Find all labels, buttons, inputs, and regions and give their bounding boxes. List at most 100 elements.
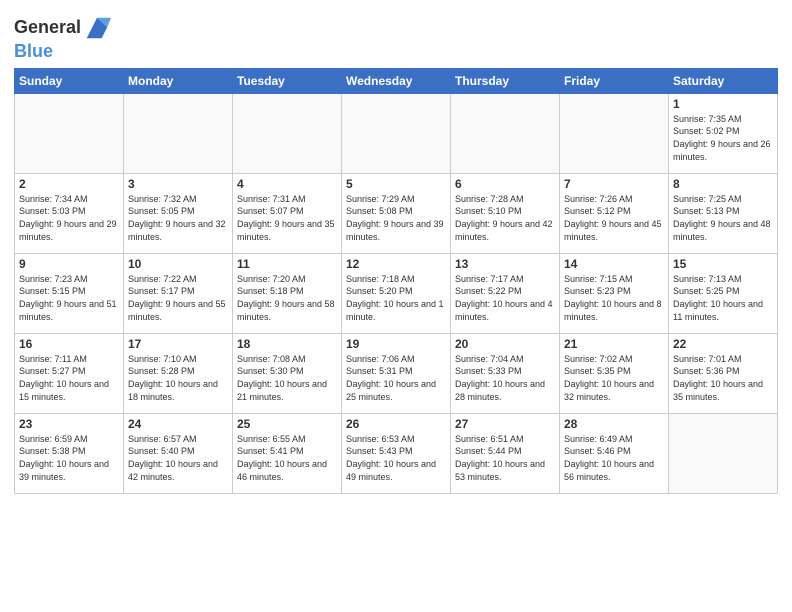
day-number: 16 [19,337,119,351]
day-info: Sunrise: 7:35 AM Sunset: 5:02 PM Dayligh… [673,113,773,163]
day-number: 5 [346,177,446,191]
day-number: 8 [673,177,773,191]
calendar-week-row: 1 Sunrise: 7:35 AM Sunset: 5:02 PM Daylig… [15,93,778,173]
logo-text: General [14,18,81,38]
calendar-cell: 27Sunrise: 6:51 AM Sunset: 5:44 PM Dayli… [451,413,560,493]
calendar-cell: 16 Sunrise: 7:11 AM Sunset: 5:27 PM Dayli… [15,333,124,413]
calendar-cell: 25 Sunrise: 6:55 AM Sunset: 5:41 PM Dayli… [233,413,342,493]
day-info: Sunrise: 6:49 AM Sunset: 5:46 PM Dayligh… [564,433,664,483]
day-info: Sunrise: 6:51 AM Sunset: 5:44 PM Dayligh… [455,433,555,483]
calendar-cell: 10Sunrise: 7:22 AM Sunset: 5:17 PM Dayli… [124,253,233,333]
weekday-header: Saturday [669,68,778,93]
day-info: Sunrise: 7:31 AM Sunset: 5:07 PM Dayligh… [237,193,337,243]
weekday-header: Friday [560,68,669,93]
day-number: 14 [564,257,664,271]
calendar-cell: 3 Sunrise: 7:32 AM Sunset: 5:05 PM Daylig… [124,173,233,253]
logo: General Blue [14,14,111,62]
day-info: Sunrise: 7:15 AM Sunset: 5:23 PM Dayligh… [564,273,664,323]
day-info: Sunrise: 7:08 AM Sunset: 5:30 PM Dayligh… [237,353,337,403]
day-info: Sunrise: 7:17 AM Sunset: 5:22 PM Dayligh… [455,273,555,323]
calendar-cell [669,413,778,493]
calendar-cell: 17Sunrise: 7:10 AM Sunset: 5:28 PM Dayli… [124,333,233,413]
day-number: 11 [237,257,337,271]
weekday-header: Monday [124,68,233,93]
day-number: 24 [128,417,228,431]
day-number: 20 [455,337,555,351]
day-info: Sunrise: 7:34 AM Sunset: 5:03 PM Dayligh… [19,193,119,243]
page-header: General Blue [14,10,778,62]
day-info: Sunrise: 7:29 AM Sunset: 5:08 PM Dayligh… [346,193,446,243]
calendar-table: SundayMondayTuesdayWednesdayThursdayFrid… [14,68,778,494]
day-info: Sunrise: 7:13 AM Sunset: 5:25 PM Dayligh… [673,273,773,323]
calendar-cell [342,93,451,173]
day-number: 22 [673,337,773,351]
day-info: Sunrise: 6:53 AM Sunset: 5:43 PM Dayligh… [346,433,446,483]
calendar-cell: 5 Sunrise: 7:29 AM Sunset: 5:08 PM Daylig… [342,173,451,253]
weekday-header: Tuesday [233,68,342,93]
day-info: Sunrise: 7:25 AM Sunset: 5:13 PM Dayligh… [673,193,773,243]
calendar-cell: 19 Sunrise: 7:06 AM Sunset: 5:31 PM Dayli… [342,333,451,413]
calendar-cell [15,93,124,173]
day-info: Sunrise: 6:55 AM Sunset: 5:41 PM Dayligh… [237,433,337,483]
calendar-week-row: 9 Sunrise: 7:23 AM Sunset: 5:15 PM Daylig… [15,253,778,333]
day-number: 3 [128,177,228,191]
calendar-cell: 12Sunrise: 7:18 AM Sunset: 5:20 PM Dayli… [342,253,451,333]
day-info: Sunrise: 7:11 AM Sunset: 5:27 PM Dayligh… [19,353,119,403]
weekday-header: Wednesday [342,68,451,93]
day-info: Sunrise: 7:20 AM Sunset: 5:18 PM Dayligh… [237,273,337,323]
day-number: 9 [19,257,119,271]
calendar-cell: 22 Sunrise: 7:01 AM Sunset: 5:36 PM Dayli… [669,333,778,413]
calendar-cell: 13 Sunrise: 7:17 AM Sunset: 5:22 PM Dayli… [451,253,560,333]
day-info: Sunrise: 7:06 AM Sunset: 5:31 PM Dayligh… [346,353,446,403]
day-number: 28 [564,417,664,431]
calendar-cell: 9 Sunrise: 7:23 AM Sunset: 5:15 PM Daylig… [15,253,124,333]
calendar-cell: 6Sunrise: 7:28 AM Sunset: 5:10 PM Daylig… [451,173,560,253]
day-info: Sunrise: 7:01 AM Sunset: 5:36 PM Dayligh… [673,353,773,403]
calendar-cell: 20 Sunrise: 7:04 AM Sunset: 5:33 PM Dayli… [451,333,560,413]
calendar-cell [233,93,342,173]
calendar-cell: 2Sunrise: 7:34 AM Sunset: 5:03 PM Daylig… [15,173,124,253]
day-number: 4 [237,177,337,191]
calendar-cell [124,93,233,173]
page-container: General Blue SundayMondayTuesdayWednesda… [0,0,792,504]
calendar-cell: 7Sunrise: 7:26 AM Sunset: 5:12 PM Daylig… [560,173,669,253]
day-info: Sunrise: 7:02 AM Sunset: 5:35 PM Dayligh… [564,353,664,403]
calendar-cell: 11 Sunrise: 7:20 AM Sunset: 5:18 PM Dayli… [233,253,342,333]
day-info: Sunrise: 7:23 AM Sunset: 5:15 PM Dayligh… [19,273,119,323]
day-info: Sunrise: 7:28 AM Sunset: 5:10 PM Dayligh… [455,193,555,243]
day-number: 18 [237,337,337,351]
day-number: 26 [346,417,446,431]
day-number: 23 [19,417,119,431]
calendar-cell: 1 Sunrise: 7:35 AM Sunset: 5:02 PM Daylig… [669,93,778,173]
day-number: 1 [673,97,773,111]
logo-icon [83,14,111,42]
day-number: 13 [455,257,555,271]
calendar-week-row: 16 Sunrise: 7:11 AM Sunset: 5:27 PM Dayli… [15,333,778,413]
weekday-header: Thursday [451,68,560,93]
day-info: Sunrise: 6:59 AM Sunset: 5:38 PM Dayligh… [19,433,119,483]
logo-text-blue: Blue [14,42,111,62]
day-number: 17 [128,337,228,351]
calendar-cell: 24 Sunrise: 6:57 AM Sunset: 5:40 PM Dayli… [124,413,233,493]
calendar-cell: 8 Sunrise: 7:25 AM Sunset: 5:13 PM Daylig… [669,173,778,253]
calendar-week-row: 2Sunrise: 7:34 AM Sunset: 5:03 PM Daylig… [15,173,778,253]
calendar-cell [560,93,669,173]
calendar-cell: 15Sunrise: 7:13 AM Sunset: 5:25 PM Dayli… [669,253,778,333]
calendar-cell: 4 Sunrise: 7:31 AM Sunset: 5:07 PM Daylig… [233,173,342,253]
day-number: 7 [564,177,664,191]
day-number: 19 [346,337,446,351]
day-info: Sunrise: 7:04 AM Sunset: 5:33 PM Dayligh… [455,353,555,403]
weekday-header: Sunday [15,68,124,93]
calendar-cell: 28 Sunrise: 6:49 AM Sunset: 5:46 PM Dayli… [560,413,669,493]
day-info: Sunrise: 7:32 AM Sunset: 5:05 PM Dayligh… [128,193,228,243]
calendar-cell: 23 Sunrise: 6:59 AM Sunset: 5:38 PM Dayli… [15,413,124,493]
calendar-cell [451,93,560,173]
calendar-cell: 21Sunrise: 7:02 AM Sunset: 5:35 PM Dayli… [560,333,669,413]
calendar-cell: 14 Sunrise: 7:15 AM Sunset: 5:23 PM Dayli… [560,253,669,333]
calendar-cell: 18 Sunrise: 7:08 AM Sunset: 5:30 PM Dayli… [233,333,342,413]
day-info: Sunrise: 7:22 AM Sunset: 5:17 PM Dayligh… [128,273,228,323]
day-info: Sunrise: 6:57 AM Sunset: 5:40 PM Dayligh… [128,433,228,483]
calendar-week-row: 23 Sunrise: 6:59 AM Sunset: 5:38 PM Dayli… [15,413,778,493]
day-number: 25 [237,417,337,431]
day-number: 12 [346,257,446,271]
